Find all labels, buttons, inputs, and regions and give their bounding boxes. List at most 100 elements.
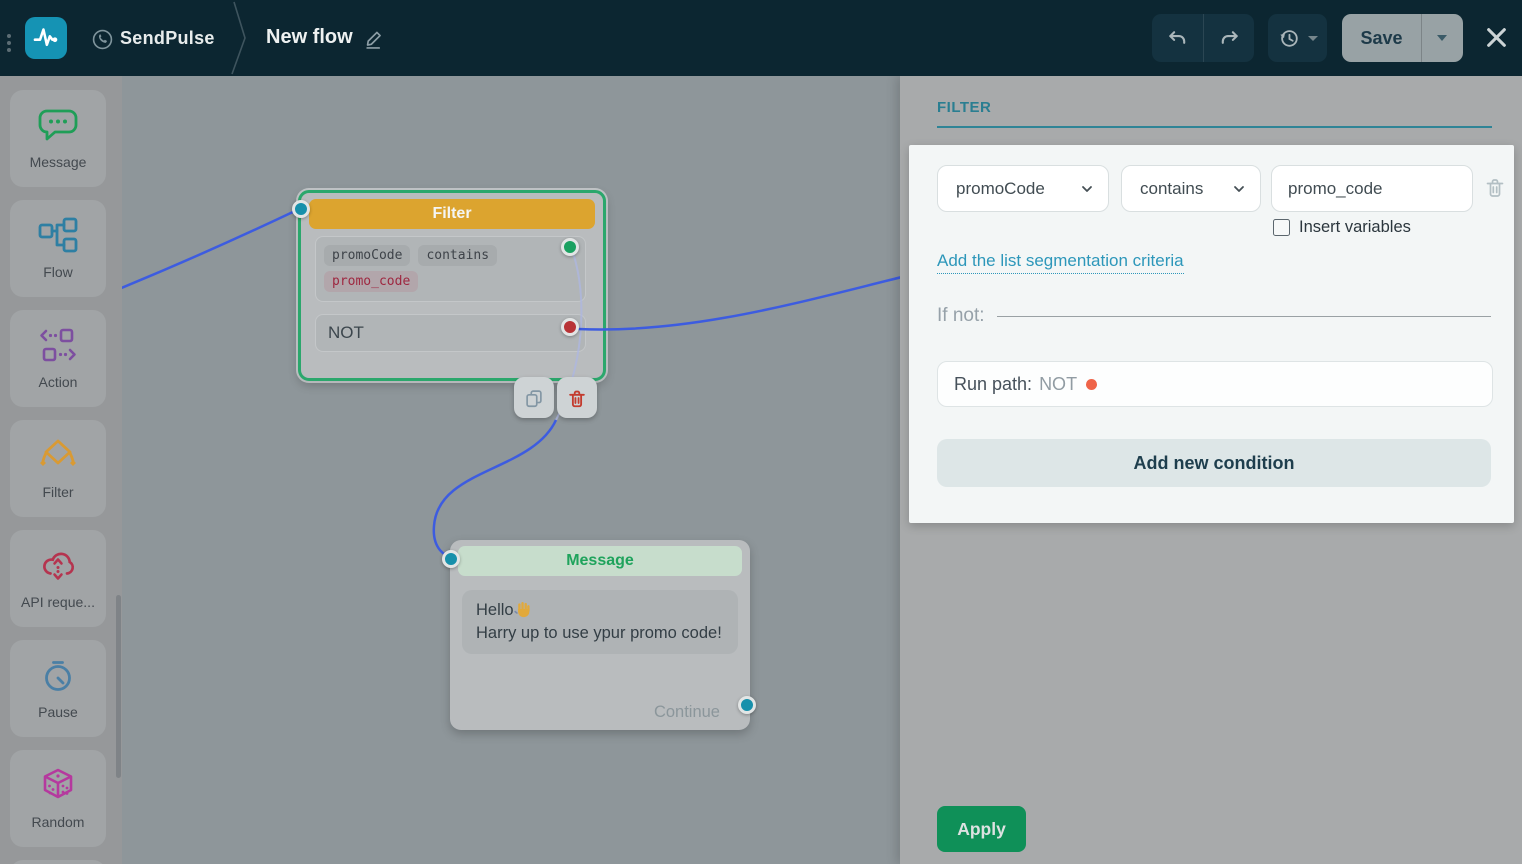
message-bubble[interactable]: Hello Harry up to use ypur promo code! (462, 590, 738, 654)
run-path-value: NOT (1039, 374, 1077, 395)
sidebar-item-label: Pause (10, 704, 106, 720)
filter-not-box[interactable]: NOT (315, 314, 586, 352)
sidebar-item-message[interactable]: Message (10, 90, 106, 187)
sidebar-item-filter[interactable]: Filter (10, 420, 106, 517)
message-node[interactable]: Message Hello Harry up to use ypur promo… (450, 540, 750, 730)
sidebar-item-label: Filter (10, 484, 106, 500)
sidebar-item-action[interactable]: Action (10, 310, 106, 407)
operator-select-value: contains (1140, 179, 1203, 199)
message-icon (36, 103, 80, 147)
edge-incoming (114, 211, 295, 291)
sidebar-item-label: API reque... (10, 594, 106, 610)
message-body: Harry up to use ypur promo code! (476, 624, 722, 642)
action-icon (36, 323, 80, 367)
filter-node[interactable]: Filter promoCode contains promo_code NOT (298, 190, 606, 381)
sendpulse-logo[interactable] (25, 17, 67, 59)
undo-button[interactable] (1152, 27, 1203, 50)
kebab-menu[interactable] (7, 31, 11, 55)
run-path-port-dot (1086, 379, 1097, 390)
add-condition-label: Add new condition (1134, 453, 1295, 474)
edge-success-to-message (434, 420, 556, 557)
operator-select[interactable]: contains (1121, 165, 1261, 212)
filter-icon (36, 433, 80, 477)
sidebar-item-api-request[interactable]: API reque... (10, 530, 106, 627)
undo-redo-group (1152, 14, 1254, 62)
sidebar-item-pause[interactable]: Pause (10, 640, 106, 737)
sidebar-item-label: Flow (10, 264, 106, 280)
filter-condition-box[interactable]: promoCode contains promo_code (315, 236, 586, 302)
sidebar-item-random[interactable]: Random (10, 750, 106, 847)
filter-input-port[interactable] (292, 200, 310, 218)
continue-label: Continue (654, 703, 720, 722)
panel-title-rule (937, 126, 1492, 128)
wave-emoji (514, 600, 532, 618)
segmentation-criteria-link[interactable]: Add the list segmentation criteria (937, 251, 1184, 274)
insert-variables-checkbox[interactable] (1273, 219, 1290, 236)
run-path-box[interactable]: Run path: NOT (937, 361, 1493, 407)
condition-value-pill: promo_code (324, 271, 418, 292)
condition-value-text: promo_code (1288, 179, 1383, 199)
condition-field-pill: promoCode (324, 245, 410, 266)
sidebar-item-label: Action (10, 374, 106, 390)
history-icon (1278, 27, 1300, 49)
sidebar-item-partial[interactable] (10, 860, 106, 864)
add-new-condition-button[interactable]: Add new condition (937, 439, 1491, 487)
run-path-label: Run path: (954, 374, 1032, 395)
insert-variables-row: Insert variables (1273, 218, 1411, 237)
message-greeting: Hello (476, 601, 514, 619)
top-bar: SendPulse New flow (0, 0, 1522, 76)
panel-title: FILTER (937, 99, 991, 116)
filter-success-port[interactable] (561, 238, 579, 256)
flow-icon (36, 213, 80, 257)
not-label: NOT (328, 323, 364, 343)
sidebar-item-label: Message (10, 154, 106, 170)
continue-port[interactable] (738, 696, 756, 714)
whatsapp-icon (91, 28, 114, 51)
if-not-row: If not: (937, 305, 1491, 327)
remove-condition-button[interactable] (1483, 175, 1507, 199)
close-icon[interactable] (1484, 25, 1509, 50)
save-caret-icon (1437, 35, 1447, 41)
history-button[interactable] (1268, 14, 1327, 62)
breadcrumb-separator (226, 0, 252, 76)
message-node-header[interactable]: Message (458, 546, 742, 576)
redo-button[interactable] (1204, 27, 1254, 50)
message-input-port[interactable] (442, 550, 460, 568)
condition-operator-pill: contains (418, 245, 497, 266)
save-split-button: Save (1342, 14, 1463, 62)
flow-title: New flow (266, 26, 353, 49)
sidebar-item-label: Random (10, 814, 106, 830)
edge-not-outgoing (578, 277, 902, 330)
sidebar-item-flow[interactable]: Flow (10, 200, 106, 297)
copy-icon (523, 387, 545, 409)
edit-pencil-icon[interactable] (364, 28, 385, 49)
history-caret-icon (1308, 36, 1318, 41)
chevron-down-icon (1080, 182, 1094, 196)
trash-icon (566, 387, 588, 409)
field-select[interactable]: promoCode (937, 165, 1109, 212)
condition-value-input[interactable]: promo_code (1271, 165, 1473, 212)
sidebar-scrollbar-thumb[interactable] (116, 595, 121, 778)
brand-name: SendPulse (120, 28, 215, 49)
duplicate-node-button[interactable] (514, 377, 554, 418)
filter-node-header[interactable]: Filter (309, 199, 595, 229)
condition-card: promoCode contains promo_code Insert var… (909, 145, 1514, 523)
trash-icon (1483, 175, 1507, 199)
if-not-label: If not: (937, 305, 985, 327)
pause-icon (36, 653, 80, 697)
random-icon (36, 763, 80, 807)
api-request-icon (36, 543, 80, 587)
filter-settings-panel: FILTER promoCode contains promo_code (900, 76, 1522, 864)
apply-label: Apply (957, 819, 1006, 840)
delete-node-button[interactable] (557, 377, 597, 418)
apply-button[interactable]: Apply (937, 806, 1026, 852)
element-sidebar: Message Flow Action (0, 76, 122, 864)
field-select-value: promoCode (956, 179, 1045, 199)
pulse-icon (29, 21, 63, 55)
save-options-button[interactable] (1422, 35, 1462, 41)
if-not-divider (997, 316, 1491, 317)
chevron-down-icon (1232, 182, 1246, 196)
save-button[interactable]: Save (1342, 28, 1421, 49)
filter-not-port[interactable] (561, 318, 579, 336)
insert-variables-label: Insert variables (1299, 218, 1411, 237)
